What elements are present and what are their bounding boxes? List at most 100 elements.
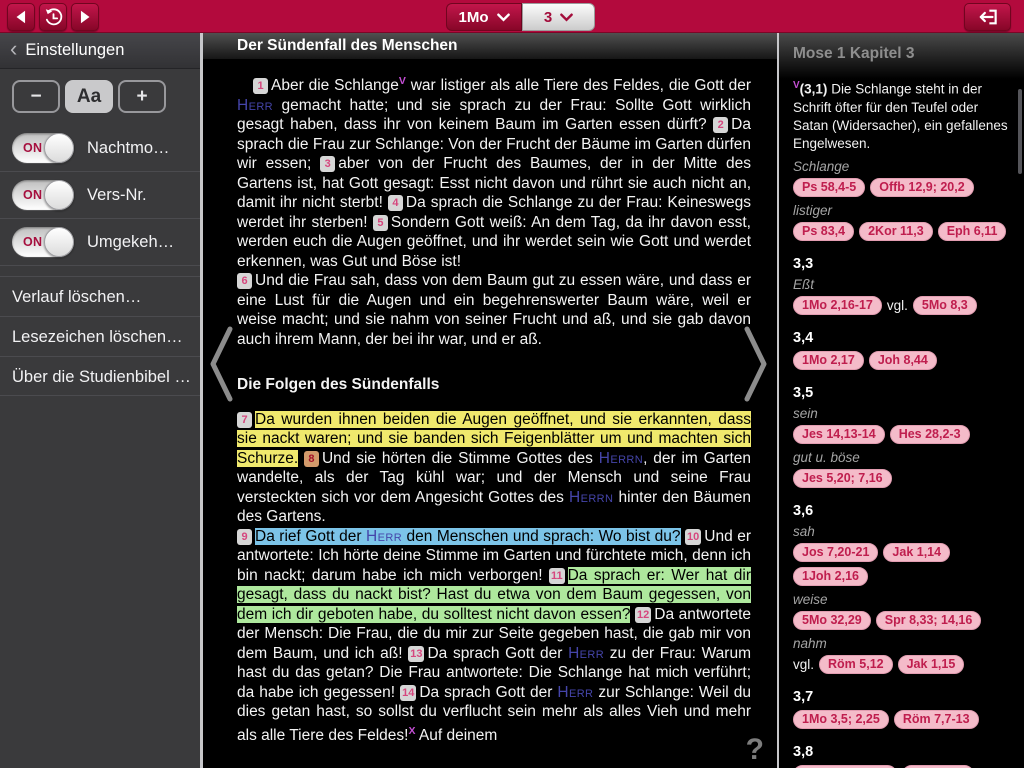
verse-badge[interactable]: 10 (685, 528, 702, 545)
cross-ref-pill[interactable]: Jer 23,24 (902, 764, 974, 768)
cross-ref-row: 1Mo 2,16-17 vgl. 5Mo 8,3 (793, 295, 1016, 315)
book-select-value: 1Mo (458, 8, 489, 26)
cross-ref-row: Jes 5,20; 7,16 (793, 468, 1016, 488)
font-decrease-button[interactable]: − (12, 80, 60, 113)
cross-ref-pill[interactable]: 1Mo 2,16-17 (793, 295, 882, 315)
cross-ref-pill[interactable]: 5Mo 32,29 (793, 610, 871, 630)
verse-badge[interactable]: 6 (237, 273, 252, 290)
verse-badge[interactable]: 3 (320, 156, 336, 173)
settings-menu-item[interactable]: Lesezeichen löschen… (0, 316, 200, 356)
verse-badge[interactable]: 14 (400, 684, 417, 701)
cross-ref-pill[interactable]: Jes 14,13-14 (793, 424, 885, 444)
font-sample-button[interactable]: Aa (65, 80, 113, 113)
chapter-select[interactable]: 3 (522, 3, 595, 31)
settings-sidebar: ‹ Einstellungen − Aa + ON Nachtmo… ON Vers-… (0, 33, 200, 768)
cross-ref-pill[interactable]: 5Mo 8,3 (912, 295, 977, 315)
ref-group: 3,6 sah Jos 7,20-21 Jak 1,14 1Joh 2,16 weise 5… (793, 503, 1016, 674)
cross-ref-pill[interactable]: 1Joh 2,16 (793, 566, 868, 586)
verse-badge[interactable]: 11 (548, 567, 565, 584)
cross-ref-pill[interactable]: 2Kor 11,3 (859, 221, 933, 241)
book-select[interactable]: 1Mo (446, 3, 522, 31)
toggle-label: Umgekeh… (87, 232, 175, 251)
history-button[interactable] (39, 3, 67, 31)
book-chapter-selector: 1Mo 3 (446, 3, 595, 31)
keyword-label: sein (793, 405, 818, 421)
forward-button[interactable] (71, 3, 99, 31)
footnote-marker[interactable]: V (399, 75, 406, 87)
toggle-on-label: ON (23, 188, 43, 202)
reference-panel: Mose 1 Kapitel 3 V(3,1) Die Schlange ste… (779, 33, 1024, 768)
settings-menu-item[interactable]: Verlauf löschen… (0, 276, 200, 316)
verse-badge[interactable]: 2 (713, 117, 729, 134)
cross-ref-pill[interactable]: Ps 58,4-5 (793, 177, 866, 197)
back-chevron-icon: ‹ (10, 36, 18, 61)
settings-toggle-row: ON Nachtmo… (0, 125, 200, 172)
section-heading: Die Folgen des Sündenfalls (237, 376, 440, 394)
keyword-label: Schlange (793, 158, 850, 174)
toggle-switch[interactable]: ON (12, 227, 74, 257)
help-button[interactable]: ? (746, 733, 764, 767)
verse-paragraph: 7 Da wurden ihnen beiden die Augen geöffn… (237, 410, 751, 527)
verse-badge[interactable]: 13 (408, 645, 425, 662)
cross-ref-row: Hi 31,33; 34,22Jer 23,24Hebr 4,13 (793, 764, 1016, 768)
cross-ref-pill[interactable]: Offb 12,9; 20,2 (870, 177, 974, 197)
verse-text: Und die Frau sah, dass von dem Baum gut … (237, 272, 751, 348)
cross-ref-pill[interactable]: Jak 1,15 (897, 654, 965, 674)
verse-badge[interactable]: 4 (387, 195, 403, 212)
scrollbar[interactable] (1018, 89, 1022, 174)
lord-name: Herr (568, 644, 605, 662)
exit-button[interactable] (964, 3, 1011, 31)
verse-badge[interactable]: 5 (372, 214, 388, 231)
toggle-switch[interactable]: ON (12, 180, 74, 210)
note-verse-ref: (3,1) (799, 81, 828, 97)
keyword-label: gut u. böse (793, 449, 860, 465)
toggle-switch[interactable]: ON (12, 133, 74, 163)
verse-text: Da sprach Gott der (427, 644, 569, 662)
ref-group: 3,5 sein Jes 14,13-14 Hes 28,2-3 gut u. böse… (793, 385, 1016, 488)
settings-header[interactable]: ‹ Einstellungen (0, 33, 200, 69)
history-icon (43, 7, 64, 28)
verse-text: gemacht hatte; und sie sprach zu der Fra… (237, 96, 751, 134)
lord-name: Herrn (568, 488, 614, 506)
verse-ref-heading: 3,4 (793, 329, 814, 346)
verse-badge[interactable]: 12 (635, 606, 652, 623)
cross-reference-list: Schlange Ps 58,4-5 Offb 12,9; 20,2 listiger… (793, 159, 1016, 768)
previous-page-arrow[interactable] (206, 325, 236, 408)
cross-ref-row: 1Mo 3,5; 2,25 Röm 7,7-13 (793, 709, 1016, 729)
verse-badge[interactable]: 8 (303, 450, 319, 467)
next-page-arrow[interactable] (741, 325, 771, 408)
cross-ref-pill[interactable]: Jak 1,14 (883, 542, 951, 562)
verse-ref-heading: 3,5 (793, 384, 814, 401)
cross-ref-pill[interactable]: Jos 7,20-21 (793, 542, 879, 562)
cross-ref-pill[interactable]: Spr 8,33; 14,16 (875, 610, 982, 630)
cross-ref-row: Ps 83,4 2Kor 11,3 Eph 6,11 (793, 221, 1016, 241)
topbar: 1Mo 3 (0, 0, 1024, 33)
studienbibel-app: 1Mo 3 ‹ Einstellungen − Aa + ON Nachtmo… (0, 0, 1024, 768)
lord-name: Herr (237, 96, 274, 114)
verse-ref-heading: 3,8 (793, 743, 814, 760)
toggle-knob (44, 180, 74, 210)
toggle-on-label: ON (23, 141, 43, 155)
cross-ref-pill[interactable]: Röm 7,7-13 (893, 709, 979, 729)
verse-badge[interactable]: 1 (253, 78, 268, 95)
cross-ref-pill[interactable]: Jes 5,20; 7,16 (793, 468, 892, 488)
cross-ref-pill[interactable]: Hes 28,2-3 (889, 424, 970, 444)
cross-ref-pill[interactable]: Hi 31,33; 34,22 (793, 764, 898, 768)
cross-ref-pill[interactable]: 1Mo 3,5; 2,25 (793, 709, 889, 729)
verse-text: den Menschen und sprach: Wo bist du? (402, 527, 681, 545)
footnote-marker: V (793, 80, 800, 91)
font-increase-button[interactable]: + (118, 80, 166, 113)
cross-ref-row: vgl. Röm 5,12 Jak 1,15 (793, 654, 1016, 674)
cross-ref-pill[interactable]: Ps 83,4 (793, 221, 855, 241)
verse-badge[interactable]: 9 (237, 528, 252, 545)
cross-ref-pill[interactable]: Röm 5,12 (819, 654, 893, 674)
verse-text: Auf deinem (415, 726, 498, 744)
cross-ref-pill[interactable]: Joh 8,44 (868, 350, 937, 370)
cross-ref-pill[interactable]: 1Mo 2,17 (793, 350, 864, 370)
keyword-label: sah (793, 523, 815, 539)
back-button[interactable] (7, 3, 35, 31)
settings-menu-item[interactable]: Über die Studienbibel … (0, 356, 200, 396)
verse-badge[interactable]: 7 (237, 411, 252, 428)
verse-ref-heading: 3,3 (793, 255, 814, 272)
cross-ref-pill[interactable]: Eph 6,11 (937, 221, 1007, 241)
